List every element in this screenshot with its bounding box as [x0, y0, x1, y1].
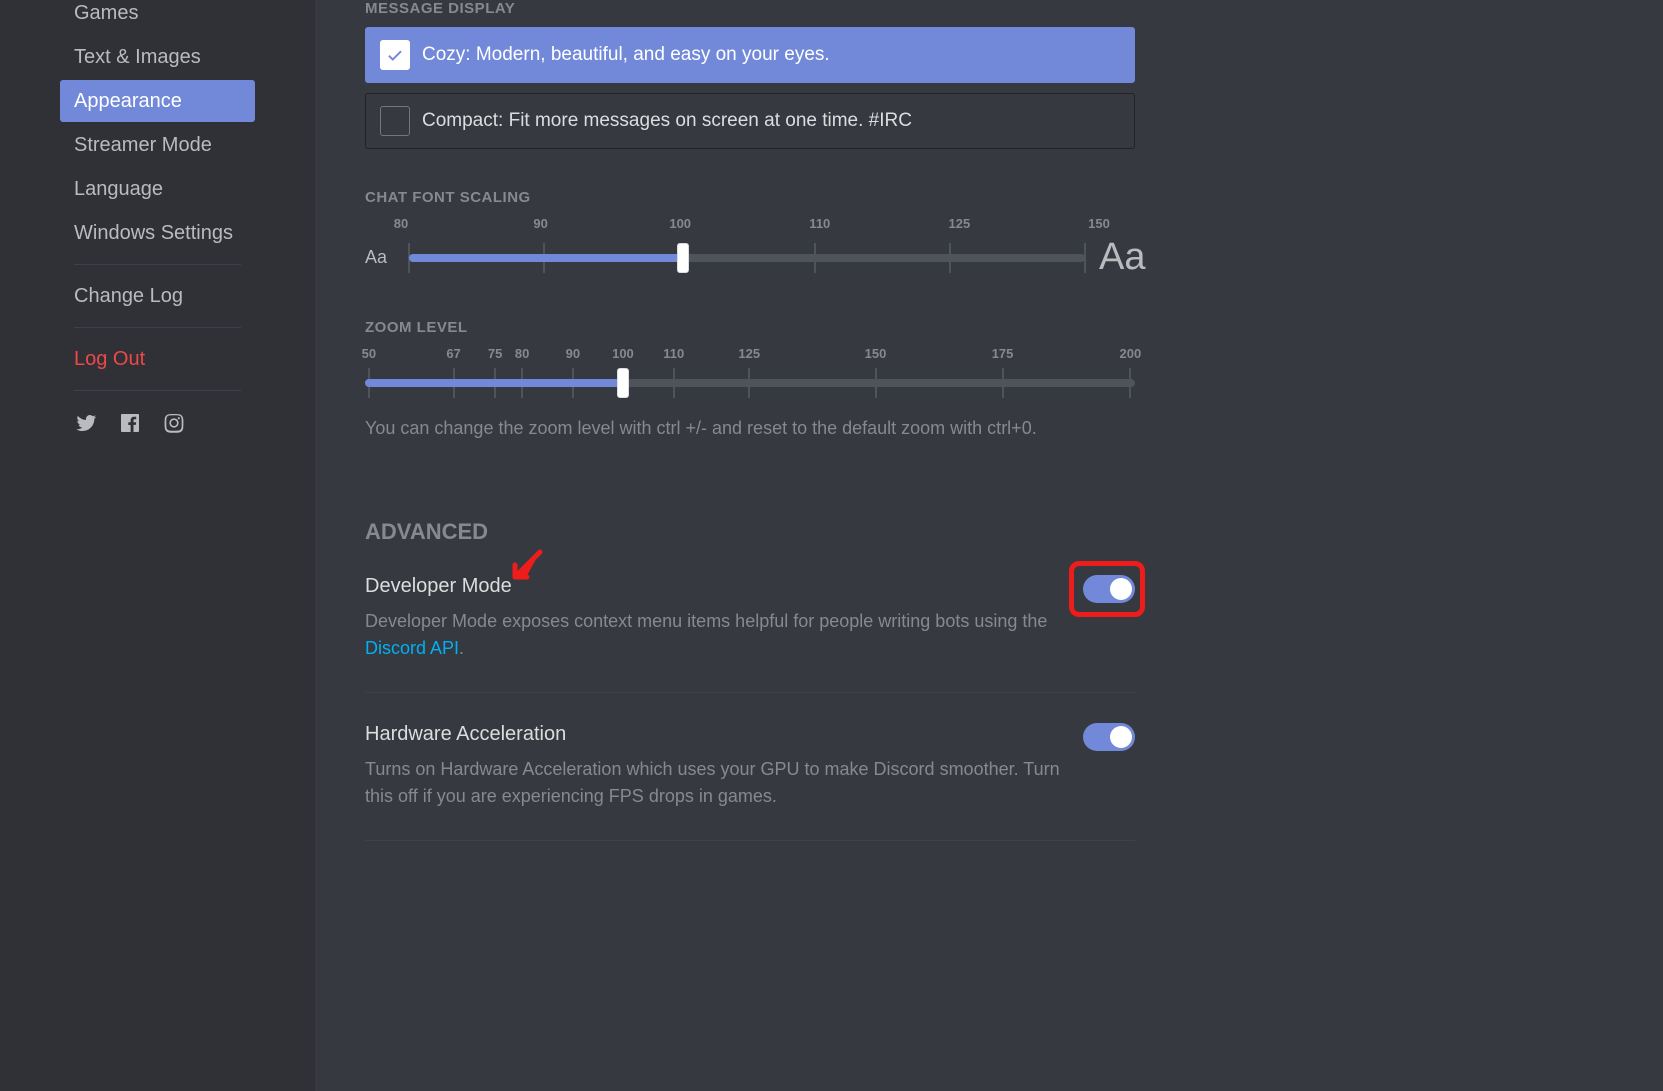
- divider: [74, 390, 241, 391]
- slider-tick-label: 67: [446, 346, 460, 361]
- checkbox-icon: [380, 40, 410, 70]
- zoom-level-header: ZOOM LEVEL: [365, 319, 1135, 336]
- radio-label: Compact: Fit more messages on screen at …: [422, 110, 912, 132]
- font-scaling-ticks: 8090100110125150: [401, 216, 1099, 236]
- slider-tick-label: 125: [949, 216, 971, 231]
- slider-tick-label: 80: [515, 346, 529, 361]
- message-display-cozy[interactable]: Cozy: Modern, beautiful, and easy on you…: [365, 27, 1135, 83]
- slider-tick-label: 110: [809, 216, 830, 231]
- sidebar-item-text-images[interactable]: Text & Images: [60, 36, 255, 78]
- toggle-knob: [1110, 578, 1132, 600]
- slider-tick-label: 200: [1120, 346, 1142, 361]
- slider-tick-label: 50: [362, 346, 376, 361]
- instagram-icon[interactable]: [162, 411, 186, 435]
- sidebar-item-appearance[interactable]: Appearance: [60, 80, 255, 122]
- slider-thumb[interactable]: [617, 368, 629, 398]
- chat-font-scaling-section: CHAT FONT SCALING 80 90 100 110 125 150 Aa Aa: [365, 189, 1135, 279]
- zoom-help-text: You can change the zoom level with ctrl …: [365, 418, 1135, 439]
- slider-tick-label: 90: [533, 216, 547, 231]
- slider-tick-label: 175: [992, 346, 1014, 361]
- divider: [74, 264, 241, 265]
- developer-mode-toggle[interactable]: [1083, 575, 1135, 603]
- slider-tick-label: 150: [865, 346, 887, 361]
- social-links: [60, 401, 255, 445]
- advanced-header: ADVANCED: [365, 519, 1135, 545]
- settings-sidebar: Games Text & Images Appearance Streamer …: [0, 0, 315, 1091]
- font-scaling-header: CHAT FONT SCALING: [365, 189, 1135, 206]
- slider-thumb[interactable]: [677, 243, 689, 273]
- slider-tick-label: 125: [738, 346, 760, 361]
- radio-label: Cozy: Modern, beautiful, and easy on you…: [422, 44, 830, 66]
- sidebar-item-streamer-mode[interactable]: Streamer Mode: [60, 124, 255, 166]
- sidebar-item-windows-settings[interactable]: Windows Settings: [60, 212, 255, 254]
- discord-api-link[interactable]: Discord API: [365, 638, 459, 658]
- sidebar-item-log-out[interactable]: Log Out: [60, 338, 255, 380]
- zoom-level-section: ZOOM LEVEL 5067758090100110125150175200 …: [365, 319, 1135, 439]
- sidebar-item-games[interactable]: Games: [60, 0, 255, 34]
- hardware-acceleration-row: Hardware Acceleration Turns on Hardware …: [365, 723, 1135, 841]
- slider-tick-label: 75: [488, 346, 502, 361]
- hardware-accel-title: Hardware Acceleration: [365, 723, 1063, 746]
- developer-mode-row: Developer Mode Developer Mode exposes co…: [365, 575, 1135, 693]
- slider-tick-label: 80: [394, 216, 408, 231]
- divider: [74, 327, 241, 328]
- settings-content: MESSAGE DISPLAY Cozy: Modern, beautiful,…: [315, 0, 1185, 1091]
- font-size-large-icon: Aa: [1099, 236, 1135, 279]
- advanced-section: ADVANCED Developer Mode Developer Mode e…: [365, 519, 1135, 841]
- message-display-header: MESSAGE DISPLAY: [365, 0, 1135, 17]
- twitter-icon[interactable]: [74, 411, 98, 435]
- sidebar-item-language[interactable]: Language: [60, 168, 255, 210]
- sidebar-item-change-log[interactable]: Change Log: [60, 275, 255, 317]
- slider-tick-label: 100: [612, 346, 634, 361]
- hardware-accel-desc: Turns on Hardware Acceleration which use…: [365, 756, 1063, 810]
- slider-tick-label: 100: [669, 216, 691, 231]
- developer-mode-title: Developer Mode: [365, 575, 1063, 598]
- slider-tick-label: 150: [1088, 216, 1110, 231]
- font-size-small-icon: Aa: [365, 247, 395, 268]
- developer-mode-desc: Developer Mode exposes context menu item…: [365, 608, 1063, 662]
- facebook-icon[interactable]: [118, 411, 142, 435]
- zoom-ticks: 5067758090100110125150175200: [365, 346, 1135, 366]
- message-display-compact[interactable]: Compact: Fit more messages on screen at …: [365, 93, 1135, 149]
- checkbox-icon: [380, 106, 410, 136]
- zoom-level-slider[interactable]: [365, 366, 1135, 400]
- slider-tick-label: 90: [566, 346, 580, 361]
- hardware-accel-toggle[interactable]: [1083, 723, 1135, 751]
- font-scaling-slider[interactable]: [409, 241, 1085, 275]
- slider-tick-label: 110: [663, 346, 684, 361]
- toggle-knob: [1110, 726, 1132, 748]
